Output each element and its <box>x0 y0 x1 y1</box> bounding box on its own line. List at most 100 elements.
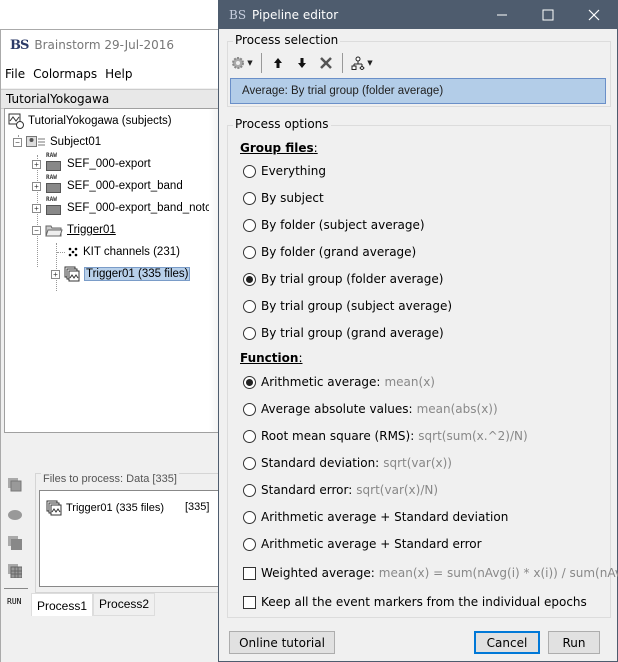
maximize-button[interactable] <box>525 0 571 29</box>
cancel-button[interactable]: Cancel <box>474 631 540 654</box>
radio-icon[interactable] <box>243 218 256 232</box>
timefreq-files-icon[interactable] <box>8 536 22 550</box>
tab-process2[interactable]: Process2 <box>93 593 156 616</box>
radio-icon[interactable] <box>243 483 256 497</box>
group-files-option[interactable]: By folder (grand average) <box>243 245 416 259</box>
expand-icon[interactable]: + <box>32 181 41 191</box>
radio-icon[interactable] <box>243 191 256 205</box>
tab-process1[interactable]: Process1 <box>31 593 94 616</box>
delete-icon <box>320 57 332 69</box>
tree-node-channels[interactable]: KIT channels (231) <box>57 243 180 261</box>
tree-node-condition-folder[interactable]: − Trigger01 <box>32 221 116 239</box>
menu-help[interactable]: Help <box>105 67 132 81</box>
function-option[interactable]: Arithmetic average + Standard deviation <box>243 510 508 524</box>
selected-process-item[interactable]: Average: By trial group (folder average) <box>230 78 606 104</box>
radio-icon[interactable] <box>243 510 256 524</box>
option-label: By trial group (subject average) <box>261 299 453 313</box>
radio-icon[interactable] <box>243 402 256 416</box>
checkbox-icon[interactable] <box>243 595 256 609</box>
process-options-label: Process options <box>233 117 331 131</box>
open-folder-icon <box>45 225 63 237</box>
tree-node-raw-folder[interactable]: + RAW SEF_000-export_band <box>32 174 183 195</box>
function-option[interactable]: Standard error: sqrt(var(x)/N) <box>243 483 438 497</box>
move-up-button[interactable] <box>266 52 290 74</box>
menu-colormaps[interactable]: Colormaps <box>33 67 97 81</box>
files-to-process-panel: Files to process: Data [335] Trigger01 (… <box>35 473 225 593</box>
function-option[interactable]: Average absolute values: mean(abs(x)) <box>243 402 498 416</box>
arrow-down-icon <box>298 58 306 68</box>
files-list-item[interactable]: Trigger01 (335 files) <box>46 500 164 516</box>
tree-node-subject[interactable]: − Subject01 <box>13 133 101 151</box>
option-label: Standard deviation: <box>261 456 380 470</box>
collapse-icon[interactable]: − <box>13 137 22 147</box>
radio-icon[interactable] <box>243 326 256 340</box>
chevron-down-icon: ▼ <box>247 59 253 67</box>
option-hint: mean(abs(x)) <box>416 402 498 416</box>
radio-selected-icon[interactable] <box>243 375 256 389</box>
files-list[interactable]: Trigger01 (335 files) [335] <box>39 490 225 587</box>
group-files-option[interactable]: By folder (subject average) <box>243 218 425 232</box>
option-label: Arithmetic average: <box>261 375 381 389</box>
database-tree: TutorialYokogawa (subjects) − Subject01 … <box>4 108 222 433</box>
option-hint: sqrt(sum(x.^2)/N) <box>418 429 528 443</box>
delete-process-button[interactable] <box>314 52 338 74</box>
checkbox-icon[interactable] <box>243 566 256 580</box>
protocol-selector[interactable]: TutorialYokogawa <box>1 89 230 109</box>
tree-node-raw-folder[interactable]: + RAW SEF_000-export <box>32 152 151 173</box>
sources-files-icon[interactable] <box>8 508 22 522</box>
tree-node-protocol[interactable]: TutorialYokogawa (subjects) <box>8 112 172 130</box>
expand-icon[interactable]: + <box>32 159 41 169</box>
main-title-bar: BS Brainstorm 29-Jul-2016 <box>1 30 230 60</box>
move-down-button[interactable] <box>290 52 314 74</box>
option-label: Weighted average: <box>261 566 375 580</box>
option-label: Average absolute values: <box>261 402 413 416</box>
minimize-button[interactable] <box>479 0 525 29</box>
online-tutorial-button[interactable]: Online tutorial <box>229 631 335 654</box>
radio-icon[interactable] <box>243 299 256 313</box>
process-toolbar: ▼ ▼ <box>227 52 377 74</box>
radio-icon[interactable] <box>243 429 256 443</box>
group-files-option[interactable]: By subject <box>243 191 324 205</box>
radio-icon[interactable] <box>243 456 256 470</box>
option-hint: mean(x) <box>384 375 435 389</box>
files-to-process-legend: Files to process: Data [335] <box>41 473 179 485</box>
group-files-heading: Group files: <box>240 141 318 155</box>
radio-selected-icon[interactable] <box>243 272 256 286</box>
function-option[interactable]: Arithmetic average + Standard error <box>243 537 482 551</box>
protocol-icon <box>8 113 24 129</box>
group-files-option[interactable]: By trial group (folder average) <box>243 272 443 286</box>
subject-icon <box>26 136 45 147</box>
expand-icon[interactable]: + <box>51 269 60 279</box>
radio-icon[interactable] <box>243 164 256 178</box>
tree-node-label: TutorialYokogawa (subjects) <box>28 115 172 127</box>
keep-event-markers-checkbox[interactable]: Keep all the event markers from the indi… <box>243 595 587 609</box>
dialog-title-bar: BS Pipeline editor <box>219 0 617 29</box>
collapse-icon[interactable]: − <box>32 225 41 235</box>
pipeline-menu-button[interactable]: ▼ <box>347 52 377 74</box>
matrix-files-icon[interactable] <box>8 564 22 578</box>
tree-node-data-list[interactable]: + Trigger01 (335 files) <box>51 265 191 283</box>
run-button[interactable]: RUN <box>7 597 21 606</box>
group-files-option[interactable]: By trial group (grand average) <box>243 326 444 340</box>
raw-folder-icon: RAW <box>45 174 63 194</box>
radio-icon[interactable] <box>243 245 256 259</box>
group-files-option[interactable]: Everything <box>243 164 326 178</box>
brainstorm-logo-icon: BS <box>10 37 29 53</box>
option-label: By subject <box>261 191 324 205</box>
radio-icon[interactable] <box>243 537 256 551</box>
process-selection-label: Process selection <box>233 33 341 47</box>
expand-icon[interactable]: + <box>32 203 41 213</box>
function-option[interactable]: Standard deviation: sqrt(var(x)) <box>243 456 452 470</box>
function-option[interactable]: Root mean square (RMS): sqrt(sum(x.^2)/N) <box>243 429 528 443</box>
menu-file[interactable]: File <box>5 67 25 81</box>
menu-bar: File Colormaps Help <box>1 60 230 88</box>
function-option[interactable]: Arithmetic average: mean(x) <box>243 375 435 389</box>
group-files-option[interactable]: By trial group (subject average) <box>243 299 452 313</box>
data-files-icon[interactable] <box>8 478 22 492</box>
weighted-average-checkbox[interactable]: Weighted average: mean(x) = sum(nAvg(i) … <box>243 566 618 580</box>
tree-node-raw-folder[interactable]: + RAW SEF_000-export_band_notch <box>32 196 217 217</box>
add-process-button[interactable]: ▼ <box>227 52 257 74</box>
run-button[interactable]: Run <box>548 631 600 654</box>
close-button[interactable] <box>571 0 617 29</box>
option-label: By folder (grand average) <box>261 245 417 259</box>
